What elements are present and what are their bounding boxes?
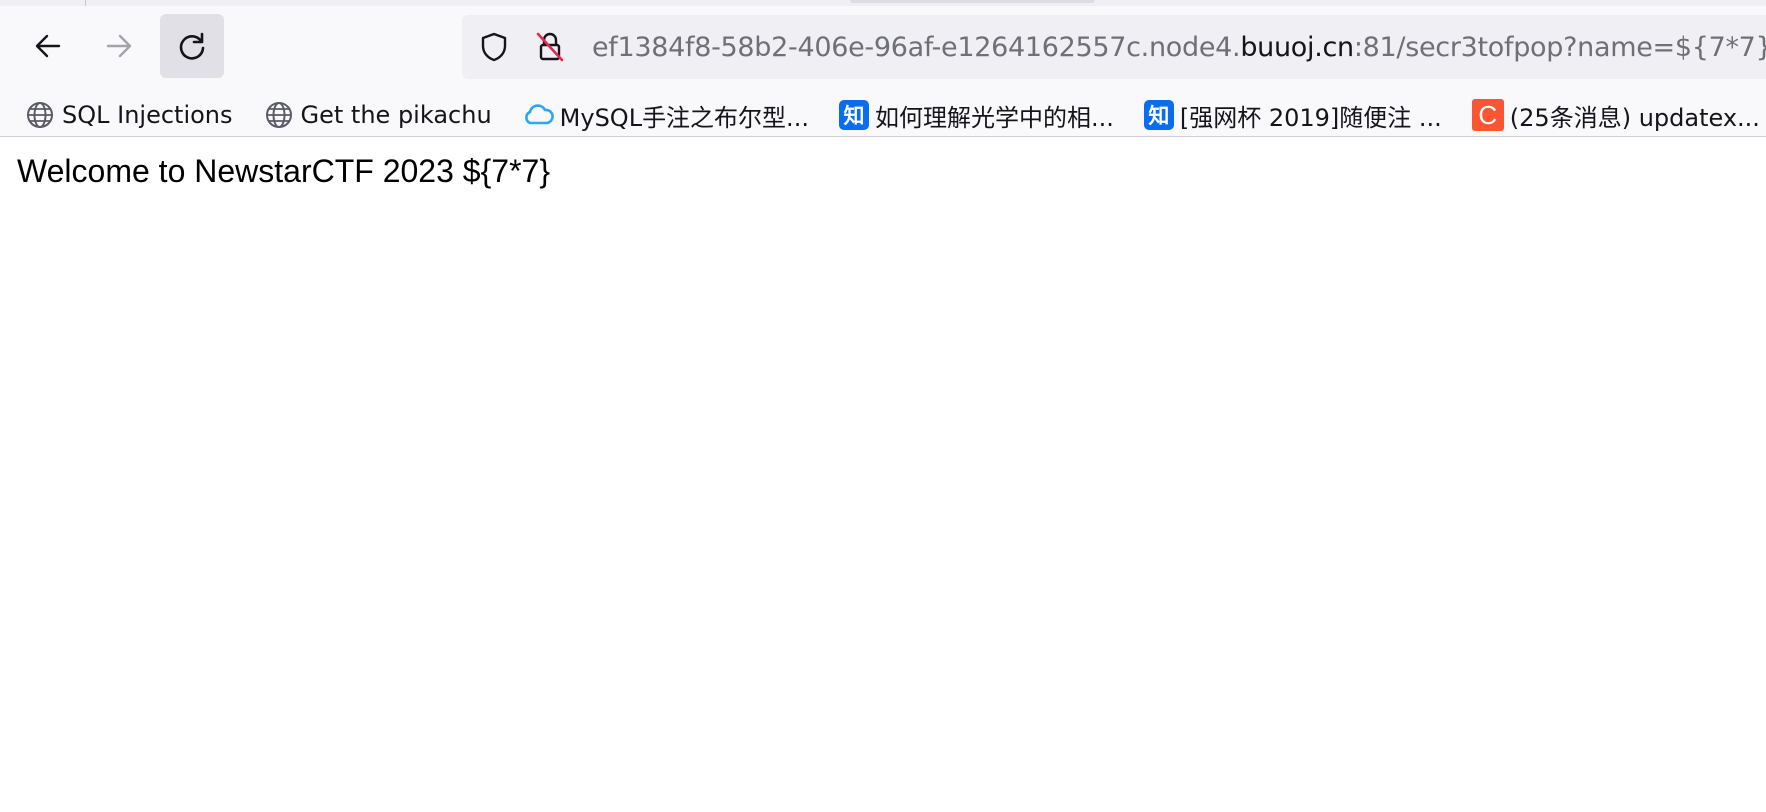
url-prefix: ef1384f8-58b2-406e-96af-e1264162557c.nod… bbox=[592, 31, 1241, 63]
bookmark-label: MySQL手注之布尔型... bbox=[559, 103, 809, 132]
bookmark-label: 如何理解光学中的相... bbox=[874, 103, 1114, 132]
active-tab-edge bbox=[850, 0, 1095, 3]
csdn-icon: C bbox=[1471, 99, 1504, 131]
shield-icon[interactable] bbox=[474, 27, 514, 67]
globe-icon bbox=[263, 99, 295, 131]
page-content: Welcome to NewstarCTF 2023 ${7*7} bbox=[0, 137, 1766, 190]
arrow-left-icon bbox=[35, 34, 61, 58]
bookmark-label: SQL Injections bbox=[62, 101, 233, 129]
reload-icon bbox=[179, 32, 205, 60]
bookmarks-toolbar: SQL Injections Get the pikachu MySQL手注之布… bbox=[0, 94, 1766, 137]
cloud-icon bbox=[522, 99, 554, 131]
reload-button[interactable] bbox=[160, 14, 224, 78]
bookmark-mysql-boolean[interactable]: MySQL手注之布尔型... bbox=[522, 96, 809, 134]
insecure-lock-icon[interactable] bbox=[530, 27, 570, 67]
navigation-toolbar: ef1384f8-58b2-406e-96af-e1264162557c.nod… bbox=[0, 6, 1766, 94]
bookmark-label: Get the pikachu bbox=[300, 101, 492, 129]
bookmark-label: (25条消息) updatex... bbox=[1509, 103, 1760, 132]
back-button[interactable] bbox=[16, 14, 80, 78]
bookmark-optics-question[interactable]: 知 如何理解光学中的相... bbox=[838, 96, 1114, 134]
bookmark-sql-injections[interactable]: SQL Injections bbox=[24, 96, 233, 134]
page-heading: Welcome to NewstarCTF 2023 ${7*7} bbox=[17, 153, 550, 189]
url-text[interactable]: ef1384f8-58b2-406e-96af-e1264162557c.nod… bbox=[592, 32, 1766, 63]
bookmark-qwb-2019[interactable]: 知 [强网杯 2019]随便注 ... bbox=[1143, 96, 1442, 134]
address-bar[interactable]: ef1384f8-58b2-406e-96af-e1264162557c.nod… bbox=[462, 15, 1766, 79]
globe-icon bbox=[24, 99, 56, 131]
browser-window: ef1384f8-58b2-406e-96af-e1264162557c.nod… bbox=[0, 0, 1766, 812]
forward-button[interactable] bbox=[87, 14, 151, 78]
url-suffix: :81/secr3tofpop?name=${7*7} bbox=[1353, 31, 1766, 63]
bookmark-updatexml[interactable]: C (25条消息) updatex... bbox=[1471, 96, 1760, 134]
zhihu-icon: 知 bbox=[1143, 100, 1174, 130]
bookmark-label: [强网杯 2019]随便注 ... bbox=[1179, 103, 1442, 132]
arrow-right-icon bbox=[106, 34, 132, 58]
url-host: buuoj.cn bbox=[1240, 31, 1354, 63]
bookmark-get-the-pikachu[interactable]: Get the pikachu bbox=[263, 96, 492, 134]
zhihu-icon: 知 bbox=[838, 100, 869, 130]
